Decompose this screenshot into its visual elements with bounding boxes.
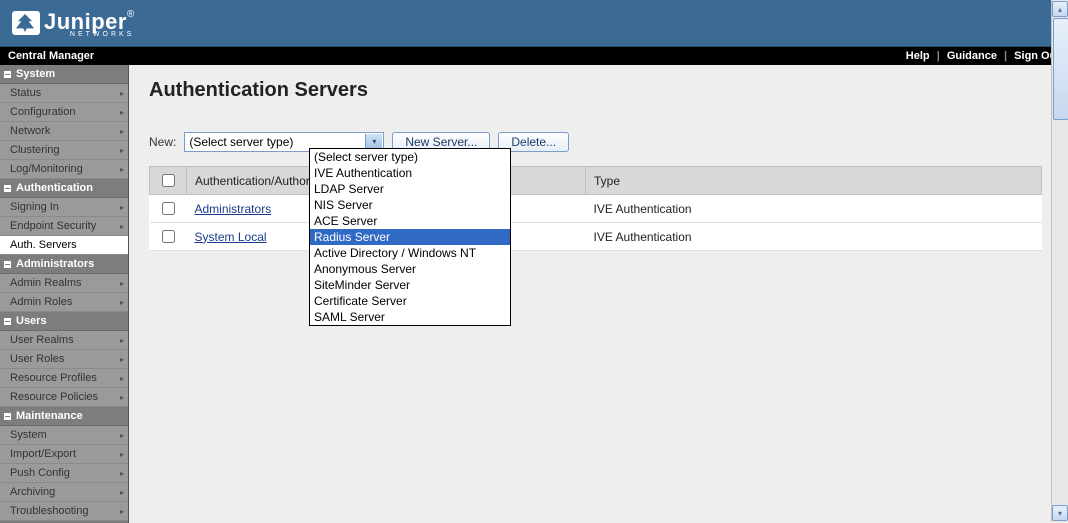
dropdown-option[interactable]: Certificate Server — [310, 293, 510, 309]
dropdown-option[interactable]: LDAP Server — [310, 181, 510, 197]
dropdown-option[interactable]: SiteMinder Server — [310, 277, 510, 293]
sidebar-item[interactable]: Log/Monitoring▸ — [0, 160, 128, 179]
scrollbar-down-arrow-icon[interactable]: ▾ — [1052, 505, 1068, 521]
server-name-link[interactable]: Administrators — [195, 202, 272, 216]
chevron-right-icon: ▸ — [120, 450, 124, 459]
central-manager-label: Central Manager — [8, 50, 94, 62]
select-all-checkbox[interactable] — [162, 174, 175, 187]
table-row: System Local IVE Authentication — [150, 223, 1042, 251]
dropdown-option[interactable]: IVE Authentication — [310, 165, 510, 181]
sidebar-item[interactable]: Endpoint Security▸ — [0, 217, 128, 236]
sidebar-item[interactable]: Auth. Servers — [0, 236, 128, 255]
control-row: New: (Select server type) ▾ New Server..… — [149, 132, 1048, 152]
chevron-right-icon: ▸ — [120, 488, 124, 497]
chevron-right-icon: ▸ — [120, 393, 124, 402]
server-name-link[interactable]: System Local — [195, 230, 267, 244]
dropdown-option[interactable]: SAML Server — [310, 309, 510, 325]
row-checkbox-cell — [150, 195, 187, 223]
chevron-right-icon: ▸ — [120, 279, 124, 288]
chevron-right-icon: ▸ — [120, 222, 124, 231]
auth-servers-table: Authentication/Authorization Servers Typ… — [149, 166, 1042, 251]
guidance-link[interactable]: Guidance — [947, 50, 997, 62]
sidebar-item[interactable]: Import/Export▸ — [0, 445, 128, 464]
server-type-dropdown-list[interactable]: (Select server type)IVE AuthenticationLD… — [309, 148, 511, 326]
sidebar-item[interactable]: Admin Roles▸ — [0, 293, 128, 312]
logo-icon — [12, 11, 40, 35]
nav-group-header[interactable]: Administrators — [0, 255, 128, 274]
row-checkbox-cell — [150, 223, 187, 251]
dropdown-option[interactable]: (Select server type) — [310, 149, 510, 165]
column-header-type[interactable]: Type — [586, 167, 1042, 195]
chevron-right-icon: ▸ — [120, 298, 124, 307]
registered-mark: ® — [127, 9, 134, 20]
separator: | — [1004, 50, 1007, 62]
sidebar-item[interactable]: Resource Profiles▸ — [0, 369, 128, 388]
select-value: (Select server type) — [189, 135, 293, 149]
table-row: Administrators IVE Authentication — [150, 195, 1042, 223]
row-checkbox[interactable] — [162, 230, 175, 243]
help-link[interactable]: Help — [906, 50, 930, 62]
chevron-right-icon: ▸ — [120, 127, 124, 136]
chevron-right-icon: ▸ — [120, 469, 124, 478]
chevron-right-icon: ▸ — [120, 146, 124, 155]
chevron-right-icon: ▸ — [120, 431, 124, 440]
sidebar-item[interactable]: Troubleshooting▸ — [0, 502, 128, 521]
chevron-right-icon: ▸ — [120, 336, 124, 345]
chevron-right-icon: ▸ — [120, 108, 124, 117]
sidebar-item[interactable]: Archiving▸ — [0, 483, 128, 502]
vertical-scrollbar[interactable]: ▴ ▾ — [1051, 0, 1068, 522]
nav-group-header[interactable]: Authentication — [0, 179, 128, 198]
sidebar-item[interactable]: Push Config▸ — [0, 464, 128, 483]
row-checkbox[interactable] — [162, 202, 175, 215]
logo: Juniper® NETWORKS — [12, 9, 134, 38]
chevron-right-icon: ▸ — [120, 165, 124, 174]
sidebar: SystemStatus▸Configuration▸Network▸Clust… — [0, 65, 129, 523]
separator: | — [937, 50, 940, 62]
sidebar-item[interactable]: User Roles▸ — [0, 350, 128, 369]
dropdown-option[interactable]: NIS Server — [310, 197, 510, 213]
chevron-right-icon: ▸ — [120, 507, 124, 516]
nav-group-header[interactable]: System — [0, 65, 128, 84]
chevron-right-icon: ▸ — [120, 355, 124, 364]
content-area: Authentication Servers New: (Select serv… — [129, 65, 1068, 523]
dropdown-option[interactable]: Radius Server — [310, 229, 510, 245]
chevron-right-icon: ▸ — [120, 203, 124, 212]
utility-bar: Central Manager Help | Guidance | Sign O… — [0, 47, 1068, 65]
server-type-cell: IVE Authentication — [586, 195, 1042, 223]
sidebar-item[interactable]: Clustering▸ — [0, 141, 128, 160]
scrollbar-up-arrow-icon[interactable]: ▴ — [1052, 1, 1068, 17]
sidebar-item[interactable]: Signing In▸ — [0, 198, 128, 217]
sidebar-item[interactable]: Resource Policies▸ — [0, 388, 128, 407]
sidebar-item[interactable]: Admin Realms▸ — [0, 274, 128, 293]
scrollbar-thumb[interactable] — [1053, 18, 1068, 120]
logo-text: Juniper — [44, 9, 127, 34]
chevron-right-icon: ▸ — [120, 374, 124, 383]
dropdown-option[interactable]: Active Directory / Windows NT — [310, 245, 510, 261]
banner: Juniper® NETWORKS — [0, 0, 1068, 47]
new-label: New: — [149, 135, 176, 149]
select-all-header[interactable] — [150, 167, 187, 195]
sidebar-item[interactable]: Network▸ — [0, 122, 128, 141]
nav-group-header[interactable]: Users — [0, 312, 128, 331]
sidebar-item[interactable]: Status▸ — [0, 84, 128, 103]
sidebar-item[interactable]: System▸ — [0, 426, 128, 445]
dropdown-option[interactable]: ACE Server — [310, 213, 510, 229]
chevron-right-icon: ▸ — [120, 89, 124, 98]
server-type-cell: IVE Authentication — [586, 223, 1042, 251]
sidebar-item[interactable]: Configuration▸ — [0, 103, 128, 122]
nav-group-header[interactable]: Maintenance — [0, 407, 128, 426]
sidebar-item[interactable]: User Realms▸ — [0, 331, 128, 350]
page-title: Authentication Servers — [149, 79, 1048, 102]
dropdown-option[interactable]: Anonymous Server — [310, 261, 510, 277]
